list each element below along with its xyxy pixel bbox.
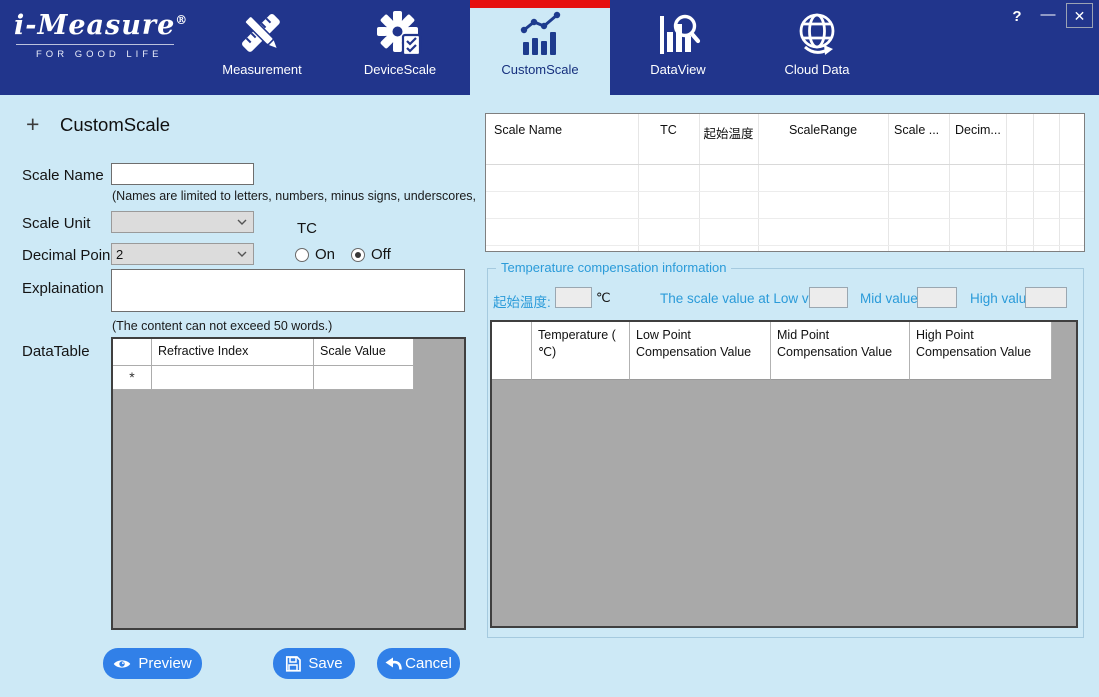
temp-compensation-table[interactable]: Temperature ( ℃) Low Point Compensation … [490,320,1078,628]
tab-devicescale[interactable]: DeviceScale [340,0,460,95]
chevron-down-icon [237,251,247,257]
low-value-input[interactable] [809,287,848,308]
temp-col-low-point[interactable]: Low Point Compensation Value [630,322,771,380]
tab-clouddata[interactable]: Cloud Data [757,0,877,95]
tab-label: DeviceScale [364,62,436,77]
temp-col-high-point[interactable]: High Point Compensation Value [910,322,1052,380]
decimal-point-value: 2 [112,247,237,262]
minimize-button[interactable]: — [1037,6,1059,23]
preview-button[interactable]: Preview [103,648,202,679]
tab-label: Measurement [222,62,301,77]
page-title: CustomScale [60,114,170,136]
tc-off-radio[interactable]: Off [351,246,391,263]
temp-col-temperature[interactable]: Temperature ( ℃) [532,322,630,380]
tab-label: CustomScale [501,62,578,77]
new-row-marker: * [113,366,152,390]
globe-icon [793,10,841,58]
high-value-input[interactable] [1025,287,1067,308]
chevron-down-icon [237,219,247,225]
tc-label: TC [297,220,317,237]
start-temp-input[interactable] [555,287,592,308]
close-button[interactable]: ✕ [1066,3,1093,28]
gear-checklist-icon [376,10,424,58]
eye-icon [113,658,131,670]
brand-name: i-Measure® [14,10,194,41]
scales-table[interactable]: Scale Name TC 起始温度 ScaleRange Scale ... … [485,113,1085,252]
datatable-grid[interactable]: Refractive Index Scale Value * [111,337,466,630]
cancel-button[interactable]: Cancel [377,648,460,679]
scale-name-label: Scale Name [22,167,104,184]
ruler-pencil-icon [238,10,286,58]
explanation-label: Explaination [22,280,104,297]
start-temp-unit: ℃ [596,290,611,306]
decimal-point-dropdown[interactable]: 2 [111,243,254,265]
start-temp-label: 起始温度: [493,291,551,311]
column-header-refractive-index[interactable]: Refractive Index [152,339,314,366]
registered-mark: ® [175,13,188,27]
tab-customscale[interactable]: CustomScale [470,0,610,95]
scales-col-scale-name[interactable]: Scale Name [494,123,634,137]
mid-value-input[interactable] [917,287,957,308]
temp-compensation-title: Temperature compensation information [496,260,731,275]
tc-off-label: Off [371,246,391,263]
preview-label: Preview [138,655,191,672]
save-button[interactable]: Save [273,648,355,679]
undo-arrow-icon [385,657,402,671]
new-row-refractive-index-cell[interactable] [152,366,314,390]
tab-label: DataView [650,62,705,77]
scales-col-start-temp[interactable]: 起始温度 [699,123,758,142]
header: i-Measure® FOR GOOD LIFE [0,0,1099,95]
high-value-label: High valu [970,291,1026,306]
help-button[interactable]: ? [1007,8,1027,25]
brand-tagline: FOR GOOD LIFE [14,49,194,60]
temp-col-mid-point[interactable]: Mid Point Compensation Value [771,322,910,380]
datatable-label: DataTable [22,343,90,360]
row-header-cell [113,339,152,366]
radio-circle [295,248,309,262]
tab-measurement[interactable]: Measurement [202,0,322,95]
explanation-hint: (The content can not exceed 50 words.) [112,319,485,333]
decimal-point-label: Decimal Poin [22,247,110,264]
scales-col-scale-truncated[interactable]: Scale ... [894,123,948,137]
column-header-scale-value[interactable]: Scale Value [314,339,414,366]
mid-value-label: Mid value [860,291,918,306]
scales-col-tc[interactable]: TC [638,123,699,137]
radio-circle [351,248,365,262]
floppy-icon [285,656,301,672]
new-row-scale-value-cell[interactable] [314,366,414,390]
add-icon: + [26,111,39,138]
cancel-label: Cancel [405,655,452,672]
save-label: Save [308,655,342,672]
scales-col-decim-truncated[interactable]: Decim... [955,123,1005,137]
scale-name-hint: (Names are limited to letters, numbers, … [112,189,485,203]
logo-divider [16,44,174,45]
scales-col-scalerange[interactable]: ScaleRange [758,123,888,137]
tab-dataview[interactable]: DataView [618,0,738,95]
bar-chart-trend-icon [516,10,564,58]
scale-name-input[interactable] [111,163,254,185]
bar-chart-magnifier-icon [654,10,702,58]
explanation-textarea[interactable] [111,269,465,312]
tab-label: Cloud Data [784,62,849,77]
low-value-label: The scale value at Low value [660,291,834,306]
scale-unit-dropdown[interactable] [111,211,254,233]
brand-logo: i-Measure® FOR GOOD LIFE [14,10,194,60]
app-window: i-Measure® FOR GOOD LIFE [0,0,1099,697]
tc-on-radio[interactable]: On [295,246,335,263]
row-header-cell [492,322,532,380]
scale-unit-label: Scale Unit [22,215,90,232]
tc-on-label: On [315,246,335,263]
